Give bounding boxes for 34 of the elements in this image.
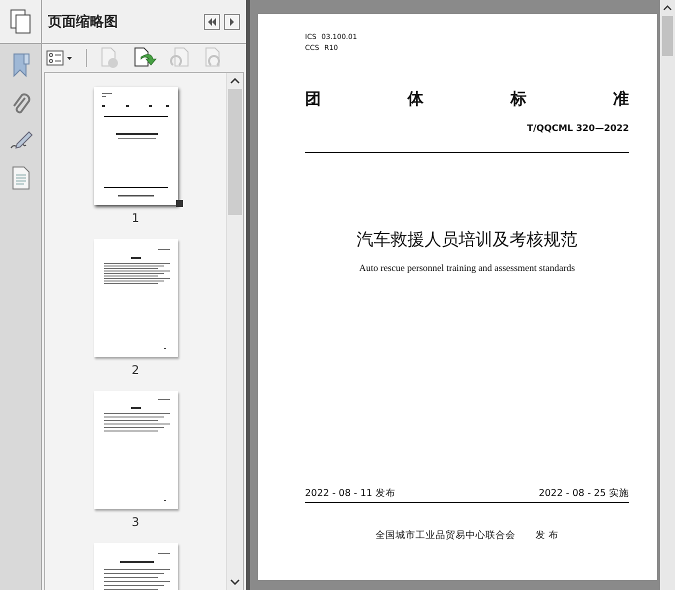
panel-title: 页面缩略图: [48, 12, 119, 30]
up-caret-icon: [663, 5, 672, 11]
standard-type-character: 准: [612, 89, 629, 110]
right-arrow-icon: [228, 18, 236, 26]
bookmark-icon[interactable]: [12, 52, 30, 78]
pages-icon: [10, 8, 32, 34]
collapse-panel-button[interactable]: [204, 14, 220, 30]
document-icon[interactable]: [12, 166, 30, 190]
effective-date: 2022 - 08 - 25 实施: [538, 487, 629, 500]
page-number: 3: [132, 515, 140, 529]
standard-type-character: 团: [305, 89, 321, 110]
expand-panel-button[interactable]: [224, 14, 240, 30]
page-number: 2: [132, 363, 140, 377]
page-number: 1: [132, 211, 140, 225]
document-subtitle: Auto rescue personnel training and assessment standards: [359, 264, 575, 274]
down-caret-icon: [230, 579, 240, 585]
scrollbar-thumb[interactable]: [662, 16, 673, 56]
insert-page-button[interactable]: [133, 47, 157, 69]
publish-date: 2022 - 08 - 11 发布: [305, 487, 396, 500]
page-thumbnail[interactable]: [94, 87, 178, 205]
document-title: 汽车救援人员培训及考核规范: [356, 229, 578, 251]
paperclip-icon[interactable]: [10, 92, 30, 116]
page-thumbnail[interactable]: [94, 391, 178, 509]
issuer-action: 发 布: [535, 529, 559, 542]
double-left-arrow-icon: [207, 18, 217, 26]
issuer-name: 全国城市工业品贸易中心联合会: [375, 529, 516, 542]
scrollbar-thumb[interactable]: [228, 89, 242, 215]
standard-type-character: 体: [408, 89, 424, 110]
up-caret-icon: [230, 78, 240, 84]
standard-code: T/QQCML 320—2022: [527, 124, 629, 134]
page-thumbnail[interactable]: [94, 239, 178, 357]
standard-type-character: 标: [510, 89, 526, 110]
resize-handle[interactable]: [176, 200, 182, 207]
options-menu-button[interactable]: [46, 49, 74, 67]
